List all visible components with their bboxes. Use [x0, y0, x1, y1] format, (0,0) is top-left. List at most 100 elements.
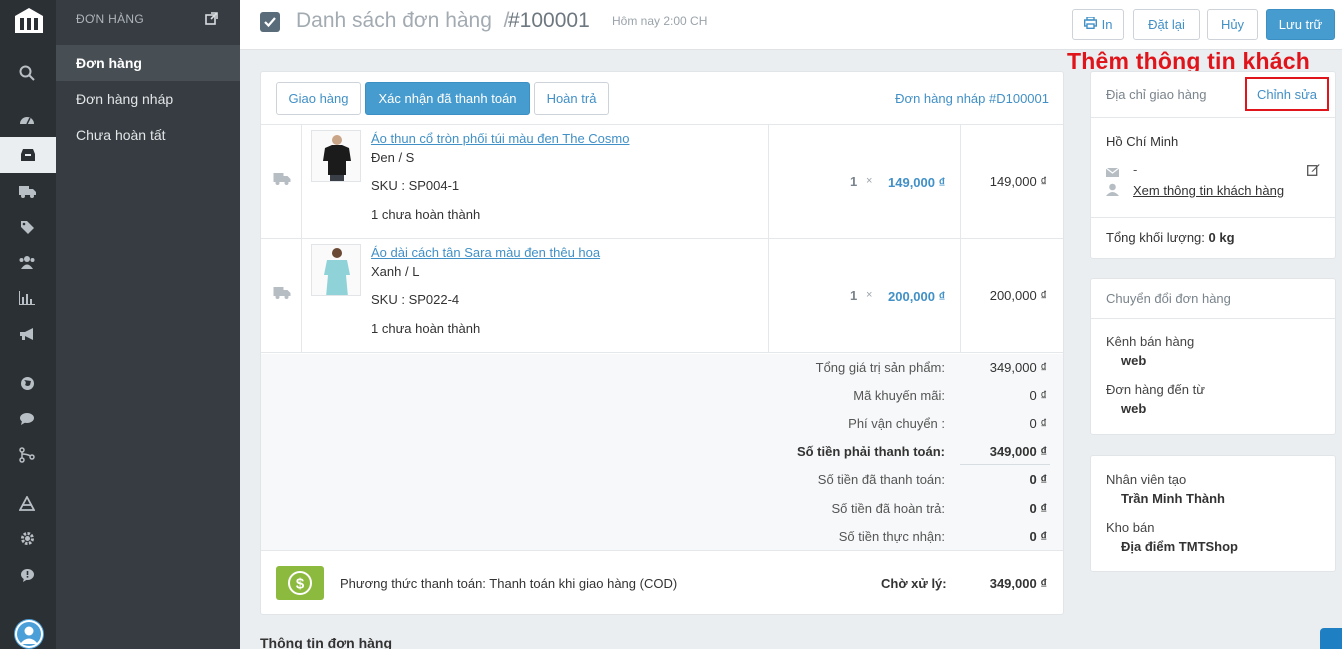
product-variant: Xanh / L	[371, 264, 420, 279]
panel-header: Địa chỉ giao hàng Chỉnh sửa	[1091, 72, 1335, 118]
tag-icon[interactable]	[16, 216, 38, 238]
svg-text:$: $	[296, 576, 305, 593]
confirm-paid-button[interactable]: Xác nhận đã thanh toán	[365, 82, 530, 115]
megaphone-icon[interactable]	[16, 323, 38, 345]
avatar[interactable]	[14, 619, 44, 649]
fulfillment-status: 1 chưa hoàn thành	[371, 321, 481, 336]
payment-method: Phương thức thanh toán: Thanh toán khi g…	[340, 576, 678, 591]
order-timestamp: Hôm nay 2:00 CH	[612, 14, 708, 28]
refund-button[interactable]: Hoàn trả	[534, 82, 609, 115]
subnav-item-orders[interactable]: Đơn hàng	[56, 45, 240, 81]
summary-row-subtotal: Tổng giá trị sản phẩm: 349,000 ₫	[815, 360, 1047, 375]
product-sku: SKU : SP022-4	[371, 292, 460, 307]
user-icon	[1106, 183, 1119, 196]
product-thumbnail[interactable]	[311, 244, 361, 296]
icon-sidebar	[0, 0, 56, 649]
globe-icon[interactable]	[16, 372, 38, 394]
source-label: Đơn hàng đến từ	[1106, 382, 1205, 397]
edit-pencil-icon[interactable]	[1307, 163, 1320, 176]
line-item: Áo dài cách tân Sara màu đen thêu hoa Xa…	[261, 239, 1063, 353]
line-quantity: 1	[850, 174, 858, 189]
customer-email: -	[1133, 162, 1138, 177]
product-variant: Đen / S	[371, 150, 415, 165]
logo-icon[interactable]	[12, 6, 46, 36]
apps-icon[interactable]	[16, 492, 38, 514]
check-icon	[260, 12, 280, 32]
product-link[interactable]: Áo thun cổ tròn phối túi màu đen The Cos…	[371, 131, 629, 146]
creator-label: Nhân viên tạo	[1106, 472, 1187, 487]
unit-price[interactable]: 149,000 ₫	[888, 175, 945, 190]
order-card: Giao hàng Xác nhận đã thanh toán Hoàn tr…	[260, 71, 1064, 615]
dollar-icon: $	[276, 566, 324, 600]
subnav-header: ĐƠN HÀNG	[56, 0, 240, 45]
print-button[interactable]: In	[1072, 9, 1124, 40]
address-city: Hồ Chí Minh	[1106, 134, 1179, 149]
chat-icon[interactable]	[16, 408, 38, 430]
envelope-icon	[1105, 165, 1120, 177]
product-link[interactable]: Áo dài cách tân Sara màu đen thêu hoa	[371, 245, 600, 260]
unit-price[interactable]: 200,000 ₫	[888, 289, 945, 304]
cancel-button[interactable]: Hủy	[1207, 9, 1258, 40]
summary-row-discount: Mã khuyến mãi: 0 ₫	[853, 388, 1047, 403]
line-item: Áo thun cổ tròn phối túi màu đen The Cos…	[261, 125, 1063, 239]
gear-icon[interactable]	[16, 527, 38, 549]
truck-icon	[273, 287, 291, 299]
multiply-sign: ×	[866, 289, 873, 301]
source-value: web	[1121, 401, 1147, 416]
channel-value: web	[1121, 353, 1147, 368]
summary-row-paid: Số tiền đã thanh toán: 0 ₫	[817, 472, 1047, 487]
summary-row-shipping: Phí vận chuyển :0 ₫	[848, 416, 1047, 431]
users-icon[interactable]	[16, 251, 38, 273]
staff-panel: Nhân viên tạo Trần Minh Thành Kho bán Đị…	[1090, 455, 1336, 572]
payment-row: $ Phương thức thanh toán: Thanh toán khi…	[261, 552, 1063, 614]
shipping-button[interactable]: Giao hàng	[276, 82, 361, 115]
fulfillment-status: 1 chưa hoàn thành	[371, 207, 481, 222]
truck-icon	[273, 173, 291, 185]
multiply-sign: ×	[866, 175, 873, 187]
summary-row-net: Số tiền thực nhận: 0 ₫	[838, 529, 1047, 544]
channel-label: Kênh bán hàng	[1106, 334, 1195, 349]
summary-row-total-due: Số tiền phải thanh toán: 349,000 ₫	[796, 444, 1047, 459]
subnav-item-draft-orders[interactable]: Đơn hàng nháp	[56, 81, 240, 117]
total-weight: Tổng khối lượng: 0 kg	[1106, 230, 1235, 245]
line-total: 149,000 ₫	[989, 174, 1047, 189]
panel-title: Địa chỉ giao hàng	[1106, 87, 1207, 102]
summary-row-refunded: Số tiền đã hoàn trả: 0 ₫	[831, 501, 1047, 516]
view-customer-link[interactable]: Xem thông tin khách hàng	[1133, 183, 1284, 198]
reorder-button[interactable]: Đặt lại	[1133, 9, 1200, 40]
payment-amount: 349,000 ₫	[989, 576, 1047, 591]
external-link-icon[interactable]	[205, 12, 218, 28]
truck-icon[interactable]	[16, 181, 38, 203]
shipping-address-panel: Địa chỉ giao hàng Chỉnh sửa Hồ Chí Minh …	[1090, 71, 1336, 259]
order-info-heading: Thông tin đơn hàng	[260, 635, 393, 649]
order-subnav: ĐƠN HÀNG Đơn hàng Đơn hàng nháp Chưa hoà…	[56, 0, 240, 649]
page-title: #100001	[508, 9, 590, 32]
order-summary: Tổng giá trị sản phẩm: 349,000 ₫ Mã khuyế…	[261, 354, 1063, 551]
inbox-icon[interactable]	[0, 137, 56, 173]
dashboard-icon[interactable]	[16, 108, 38, 130]
order-actions-bar: Giao hàng Xác nhận đã thanh toán Hoàn tr…	[261, 72, 1063, 125]
subnav-item-incomplete[interactable]: Chưa hoàn tất	[56, 117, 240, 153]
subnav-title: ĐƠN HÀNG	[76, 12, 145, 26]
page-header: Danh sách đơn hàng / #100001 Hôm nay 2:0…	[240, 0, 1342, 50]
order-conversion-panel: Chuyển đổi đơn hàng Kênh bán hàng web Đơ…	[1090, 278, 1336, 435]
chat-widget-button[interactable]	[1320, 628, 1342, 649]
product-sku: SKU : SP004-1	[371, 178, 460, 193]
printer-icon	[1083, 16, 1097, 32]
breadcrumb-parent[interactable]: Danh sách đơn hàng /	[296, 9, 509, 33]
bar-chart-icon[interactable]	[16, 287, 38, 309]
creator-value: Trần Minh Thành	[1121, 491, 1225, 506]
draft-order-link[interactable]: Đơn hàng nháp #D100001	[895, 91, 1049, 106]
product-thumbnail[interactable]	[311, 130, 361, 182]
warehouse-label: Kho bán	[1106, 520, 1155, 535]
edit-address-button[interactable]: Chỉnh sửa	[1245, 77, 1329, 111]
warehouse-value: Địa điểm TMTShop	[1121, 539, 1238, 554]
panel-title: Chuyển đổi đơn hàng	[1106, 291, 1231, 306]
line-quantity: 1	[850, 288, 858, 303]
help-icon[interactable]	[16, 564, 38, 586]
panel-header: Chuyển đổi đơn hàng	[1091, 279, 1335, 319]
payment-status: Chờ xử lý:	[881, 576, 947, 591]
archive-button[interactable]: Lưu trữ	[1266, 9, 1335, 40]
sitemap-icon[interactable]	[16, 444, 38, 466]
search-icon[interactable]	[16, 62, 38, 84]
